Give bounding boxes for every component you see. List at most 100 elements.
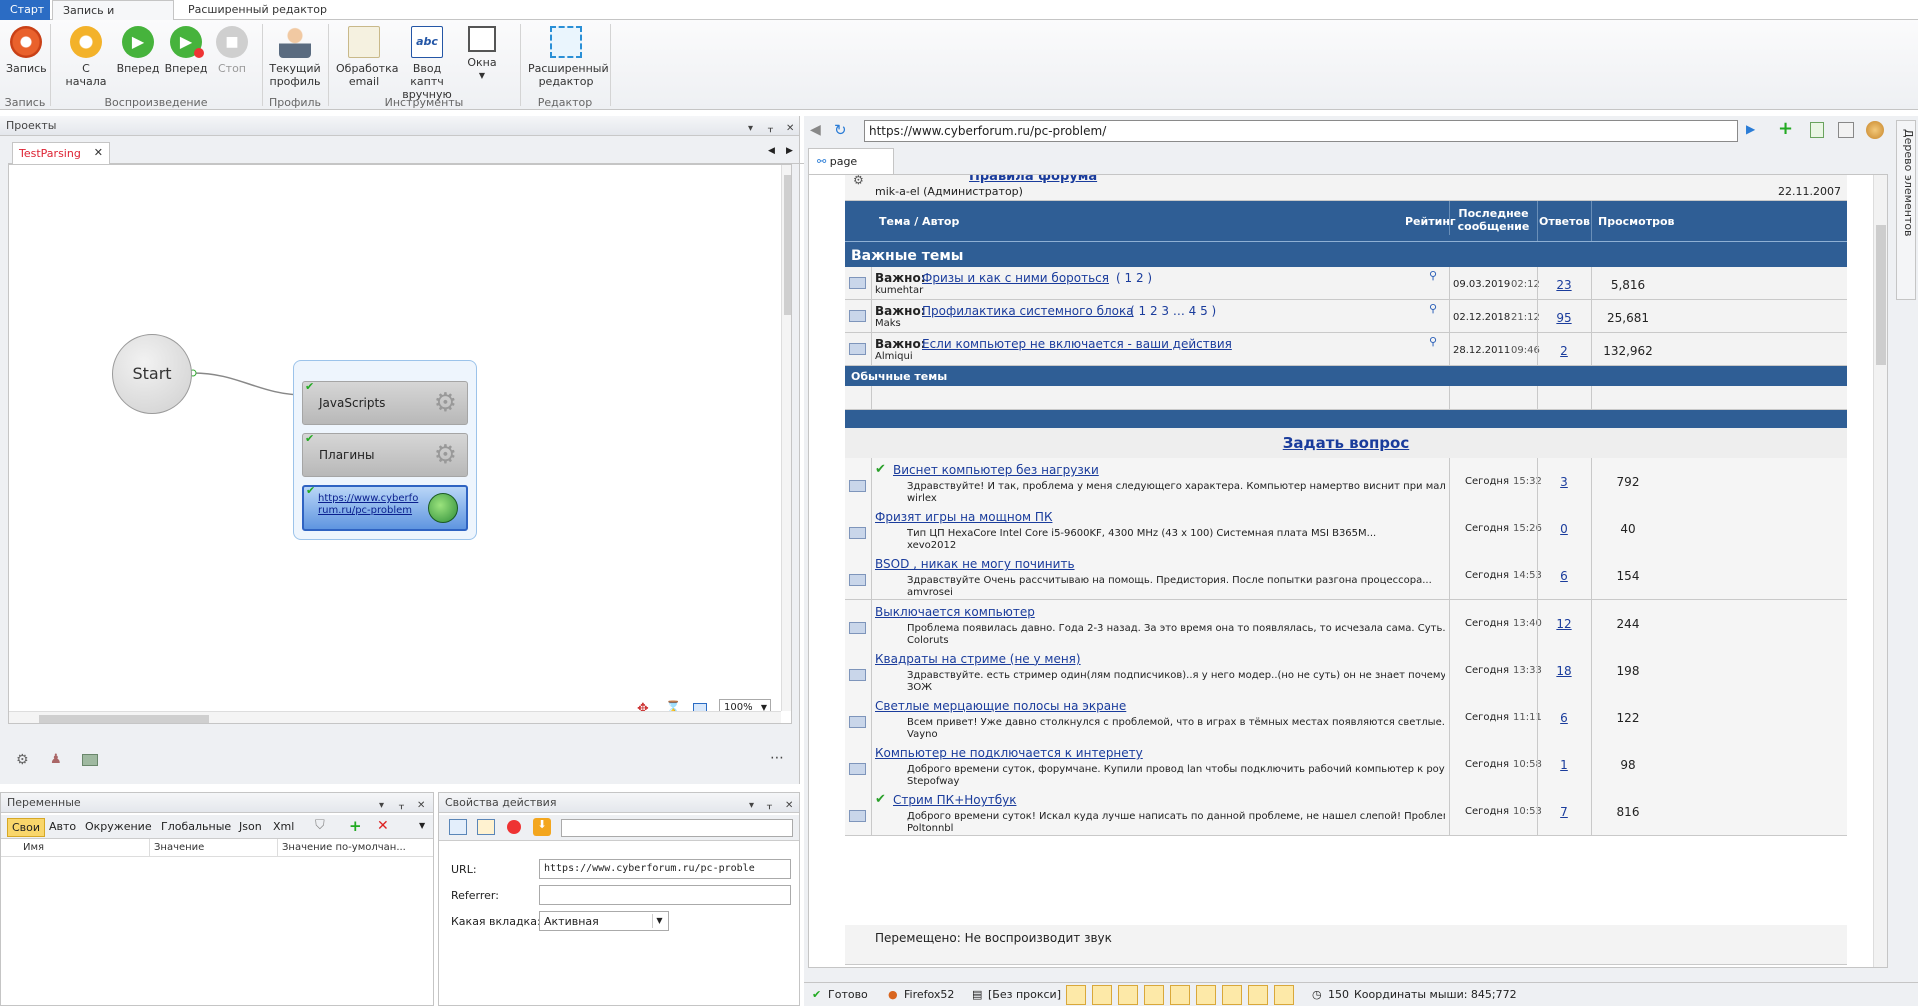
close-icon[interactable]: ✕ [417,796,425,816]
replies-link[interactable]: 1 [1537,758,1591,772]
flash-toggle-icon[interactable] [1170,985,1190,1005]
important-topic-link[interactable]: Если компьютер не включается - ваши дейс… [922,337,1232,351]
from-start-button[interactable]: С начала [60,26,112,88]
action-search-input[interactable] [561,819,793,837]
page-icon[interactable] [1810,122,1824,138]
topic-link[interactable]: Стрим ПК+Ноутбук [893,793,1016,807]
topic-link[interactable]: Квадраты на стриме (не у меня) [875,652,1081,666]
topic-link[interactable]: Компьютер не подключается к интернету [875,746,1143,760]
status-browser[interactable]: Firefox52 [904,988,954,1001]
important-topic-link[interactable]: Профилактика системного блока [922,304,1134,318]
topic-link[interactable]: Светлые мерцающие полосы на экране [875,699,1126,713]
page-scrollbar[interactable] [1873,175,1887,967]
address-bar[interactable]: https://www.cyberforum.ru/pc-problem/ [864,120,1738,142]
tab-own[interactable]: Свои [7,818,46,837]
replies-link[interactable]: 6 [1537,711,1591,725]
close-tab-icon[interactable]: ✕ [94,146,103,159]
tab-right-icon[interactable]: ▶ [786,146,793,156]
hscroll-thumb[interactable] [39,715,209,723]
tab-start[interactable]: Старт [0,0,50,20]
add-tab-icon[interactable]: + [1778,118,1793,139]
col-name[interactable]: Имя [23,842,44,853]
replies-link[interactable]: 95 [1537,311,1591,325]
ask-question-link[interactable]: Задать вопрос [1283,434,1410,452]
start-node[interactable]: Start [112,334,192,414]
vertical-scrollbar[interactable] [781,165,791,711]
tab-environment[interactable]: Окружение [85,820,152,833]
tab-advanced-editor[interactable]: Расширенный редактор [178,0,337,20]
refresh-icon[interactable]: ↻ [834,121,847,139]
topic-link[interactable]: Выключается компьютер [875,605,1035,619]
node-navigate-url[interactable]: https://www.cyberforum.ru/pc-problem ✔ [302,485,468,531]
css-toggle-icon[interactable] [1092,985,1112,1005]
replies-link[interactable]: 3 [1537,475,1591,489]
important-topic-link[interactable]: Фризы и как с ними бороться [922,271,1109,285]
element-tree-tab[interactable]: Дерево элементов [1896,120,1916,300]
table-icon[interactable] [449,819,467,835]
sound-toggle-icon[interactable] [1274,985,1294,1005]
node-javascripts[interactable]: JavaScripts ⚙ ✔ [302,380,468,425]
replies-link[interactable]: 6 [1537,569,1591,583]
close-icon[interactable]: ✕ [786,119,794,139]
captcha-button[interactable]: abc Ввод каптч вручную [396,26,458,101]
project-canvas[interactable]: Start JavaScripts ⚙ ✔ Плагины ⚙ ✔ https:… [8,164,792,724]
clear-icon[interactable] [1838,122,1854,138]
action-group[interactable]: JavaScripts ⚙ ✔ Плагины ⚙ ✔ https://www.… [293,360,477,540]
record-dot-icon[interactable] [507,820,521,834]
close-icon[interactable]: ✕ [785,796,793,816]
email-button[interactable]: Обработка email [336,26,398,88]
scroll-thumb[interactable] [784,175,791,315]
image-icon[interactable] [82,754,98,766]
panel-menu-icon[interactable]: ▾ [748,119,753,139]
horizontal-scrollbar[interactable] [9,711,781,723]
back-icon[interactable]: ◀ [810,122,821,138]
url-field[interactable]: https://www.cyberforum.ru/pc-proble [539,859,791,879]
person-icon[interactable]: ♟ [50,752,62,767]
pin-icon[interactable]: ᚁ [768,119,773,139]
forward-button[interactable]: ▶ Вперед [116,26,160,75]
page-tab[interactable]: ⚯ page [808,148,894,174]
paint-toggle-icon[interactable] [1248,985,1268,1005]
replies-link[interactable]: 12 [1537,617,1591,631]
arrow-down-icon[interactable]: ⬇ [533,818,551,836]
col-value[interactable]: Значение [149,839,208,857]
pin-icon[interactable]: ᚁ [399,796,404,816]
record-button[interactable]: Запись [6,26,47,75]
edit-icon[interactable] [477,819,495,835]
replies-link[interactable]: 2 [1537,344,1591,358]
more-icon[interactable]: ⋯ [770,750,784,766]
go-icon[interactable]: ▶ [1746,122,1755,136]
col-default[interactable]: Значение по-умолчан... [277,839,410,857]
pin-icon[interactable]: ᚁ [767,796,772,816]
browser-viewport[interactable]: ⚙ Правила форума mik-a-el (Администратор… [808,174,1888,968]
delete-icon[interactable]: ✕ [377,818,389,834]
page-links[interactable]: ( 1 2 ) [1116,271,1152,285]
tab-xml[interactable]: Xml [273,820,294,833]
image-toggle-icon[interactable] [1066,985,1086,1005]
frame-toggle-icon[interactable] [1118,985,1138,1005]
pdf-toggle-icon[interactable] [1196,985,1216,1005]
topic-link[interactable]: Виснет компьютер без нагрузки [893,463,1099,477]
topic-link[interactable]: Фризят игры на мощном ПК [875,510,1052,524]
page-links[interactable]: ( 1 2 3 … 4 5 ) [1130,304,1216,318]
tab-select[interactable]: Активная ▼ [539,911,669,931]
node-plugins[interactable]: Плагины ⚙ ✔ [302,432,468,477]
topic-link[interactable]: BSOD , никак не могу починить [875,557,1075,571]
tab-record-debug[interactable]: Запись и отладка [52,0,174,37]
tab-json[interactable]: Json [239,820,262,833]
panel-menu-icon[interactable]: ▾ [749,796,754,816]
forward-step-button[interactable]: ▶ Вперед [164,26,208,75]
add-icon[interactable]: + [349,817,362,835]
tab-auto[interactable]: Авто [49,820,76,833]
profile-button[interactable]: Текущий профиль [268,26,322,88]
screen-toggle-icon[interactable] [1222,985,1242,1005]
chevron-down-icon[interactable]: ▼ [419,821,425,830]
referrer-field[interactable] [539,885,791,905]
cookie-icon[interactable] [1866,121,1884,139]
tab-global[interactable]: Глобальные [161,820,231,833]
settings-icon[interactable]: ⚙ [16,752,29,768]
media-toggle-icon[interactable] [1144,985,1164,1005]
announce-link[interactable]: Правила форума [969,175,1097,184]
status-proxy[interactable]: [Без прокси] [988,988,1061,1001]
replies-link[interactable]: 0 [1537,522,1591,536]
